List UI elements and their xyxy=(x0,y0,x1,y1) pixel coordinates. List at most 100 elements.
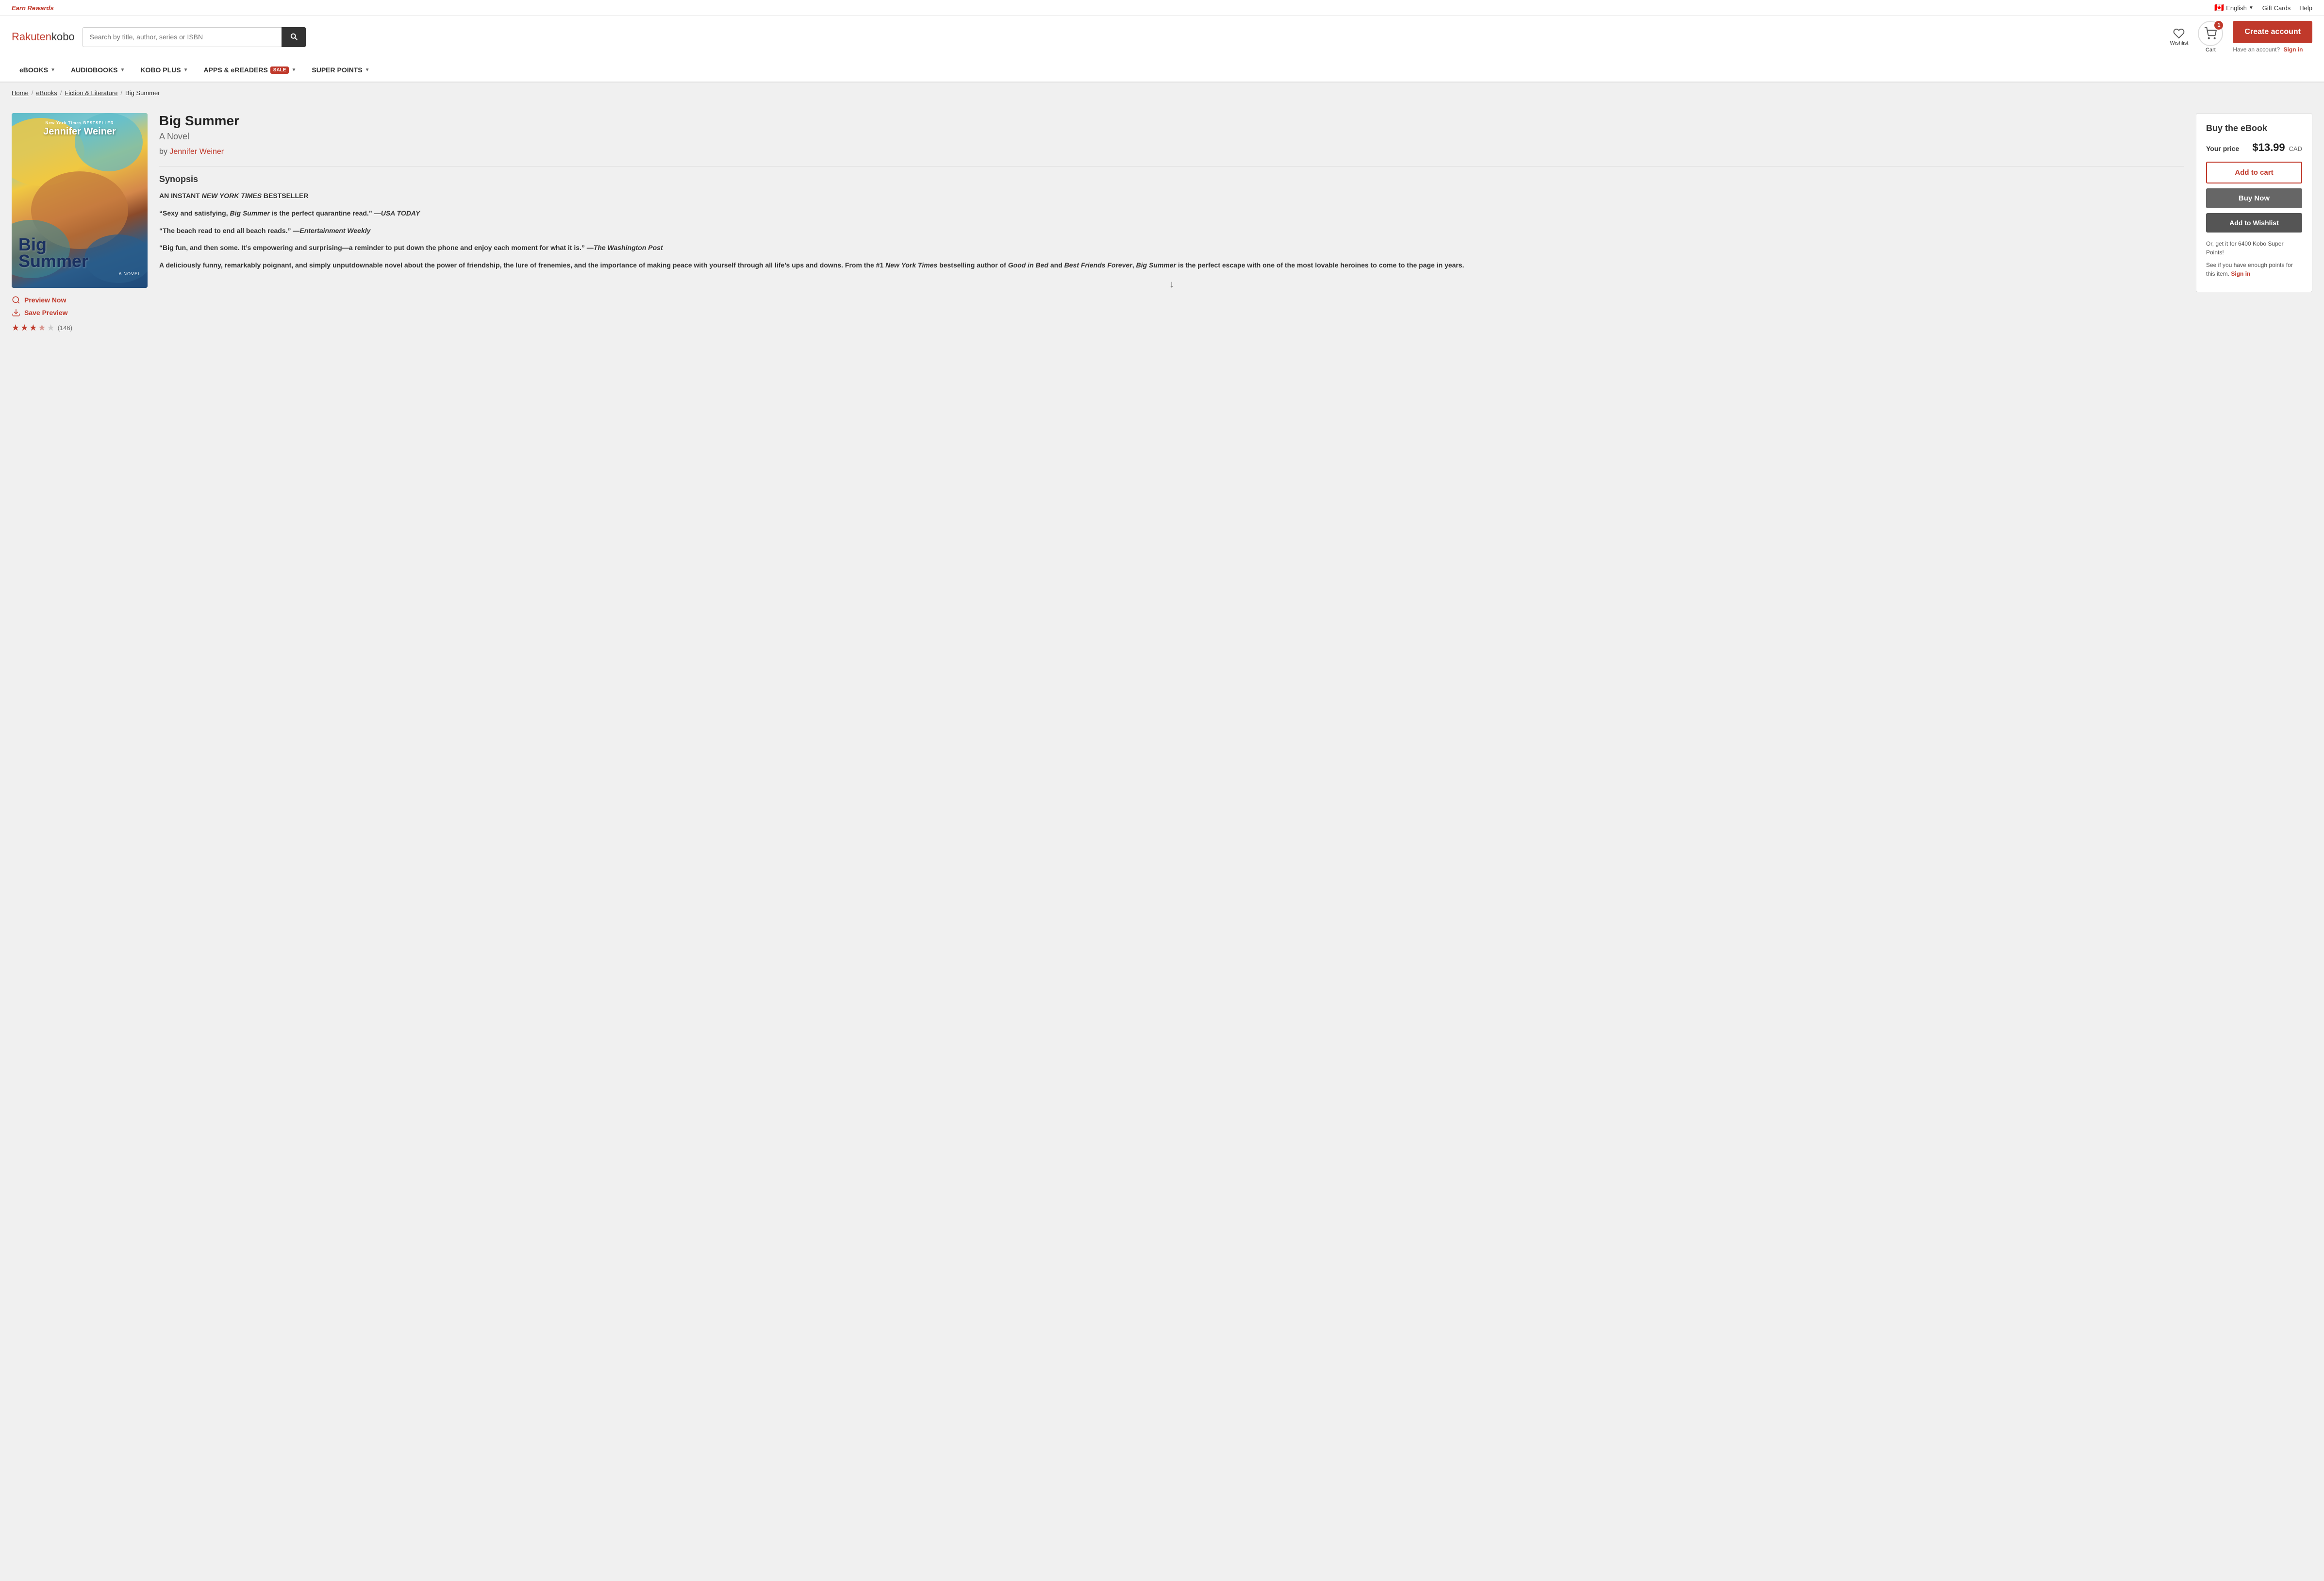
have-account-text: Have an account? Sign in xyxy=(2233,46,2303,53)
star-4: ★ xyxy=(38,323,46,333)
nav-koboplus[interactable]: KOBO PLUS ▼ xyxy=(133,58,196,82)
help-link[interactable]: Help xyxy=(2299,4,2312,12)
save-preview-button[interactable]: Save Preview xyxy=(12,308,148,317)
main-content: New York Times BESTSELLER Jennifer Weine… xyxy=(0,103,2324,343)
see-points-text: See if you have enough points for this i… xyxy=(2206,261,2302,278)
breadcrumb-category[interactable]: Fiction & Literature xyxy=(65,89,117,97)
earn-rewards: Earn Rewards xyxy=(12,4,54,12)
synopsis-body: A deliciously funny, remarkably poignant… xyxy=(159,260,2184,271)
cover-title-area: Big Summer A NOVEL xyxy=(18,236,141,276)
header: Rakuten kobo Wishlist 1 Cart xyxy=(0,16,2324,58)
synopsis-text: AN INSTANT NEW YORK TIMES BESTSELLER “Se… xyxy=(159,190,2184,271)
star-3: ★ xyxy=(29,323,37,333)
search-circle-icon xyxy=(12,296,20,304)
nav-apps[interactable]: APPS & eREADERS SALE ▼ xyxy=(196,58,304,82)
chevron-down-icon: ▼ xyxy=(365,67,370,73)
language-label: English xyxy=(2226,4,2247,12)
nav-ebooks[interactable]: eBOOKS ▼ xyxy=(12,58,63,82)
buy-now-button[interactable]: Buy Now xyxy=(2206,188,2302,208)
nav-superpoints[interactable]: SUPER POINTS ▼ xyxy=(304,58,377,82)
synopsis-quote3: “Big fun, and then some. It’s empowering… xyxy=(159,242,2184,254)
chevron-down-icon: ▼ xyxy=(291,67,296,73)
wishlist-label: Wishlist xyxy=(2170,40,2189,46)
synopsis-quote2: “The beach read to end all beach reads.”… xyxy=(159,225,2184,237)
logo-kobo: kobo xyxy=(51,31,75,43)
logo[interactable]: Rakuten kobo xyxy=(12,31,75,43)
book-author-line: by Jennifer Weiner xyxy=(159,148,2184,156)
buy-panel: Buy the eBook Your price $13.99 CAD Add … xyxy=(2196,113,2312,292)
breadcrumb: Home / eBooks / Fiction & Literature / B… xyxy=(0,83,2324,103)
cover-text-area: New York Times BESTSELLER Jennifer Weine… xyxy=(12,121,148,137)
scroll-down-arrow[interactable]: ↓ xyxy=(159,279,2184,290)
search-icon xyxy=(289,32,298,41)
cart-icon xyxy=(2204,27,2217,40)
price-label: Your price xyxy=(2206,145,2239,152)
download-icon xyxy=(12,308,20,317)
author-link[interactable]: Jennifer Weiner xyxy=(169,148,224,156)
cart-badge: 1 xyxy=(2214,21,2223,30)
super-points-text: Or, get it for 6400 Kobo Super Points! xyxy=(2206,239,2302,257)
nav-audiobooks[interactable]: AUDIOBOOKS ▼ xyxy=(63,58,133,82)
price-currency: CAD xyxy=(2289,145,2302,152)
cover-title: Big Summer xyxy=(18,236,141,269)
cover-author: Jennifer Weiner xyxy=(17,126,143,137)
lang-chevron-icon: ▼ xyxy=(2249,5,2254,11)
book-cover-inner: New York Times BESTSELLER Jennifer Weine… xyxy=(12,113,148,288)
synopsis-line1: AN INSTANT NEW YORK TIMES BESTSELLER xyxy=(159,190,2184,202)
left-panel: New York Times BESTSELLER Jennifer Weine… xyxy=(12,113,148,333)
book-subtitle: A Novel xyxy=(159,132,2184,142)
cart-label: Cart xyxy=(2206,47,2216,53)
wishlist-button[interactable]: Wishlist xyxy=(2170,28,2189,46)
sign-in-link[interactable]: Sign in xyxy=(2283,46,2303,53)
search-input[interactable] xyxy=(83,27,282,47)
chevron-down-icon: ▼ xyxy=(50,67,55,73)
book-cover: New York Times BESTSELLER Jennifer Weine… xyxy=(12,113,148,288)
star-1: ★ xyxy=(12,323,19,333)
cover-novel: A NOVEL xyxy=(18,271,141,276)
create-account-button[interactable]: Create account xyxy=(2233,21,2312,43)
preview-actions: Preview Now Save Preview xyxy=(12,296,148,317)
chevron-down-icon: ▼ xyxy=(120,67,125,73)
add-to-cart-button[interactable]: Add to cart xyxy=(2206,162,2302,183)
breadcrumb-sep-3: / xyxy=(120,89,122,97)
logo-rakuten: Rakuten xyxy=(12,31,51,43)
add-to-wishlist-button[interactable]: Add to Wishlist xyxy=(2206,213,2302,233)
account-area: Create account Have an account? Sign in xyxy=(2233,21,2312,53)
chevron-down-icon: ▼ xyxy=(183,67,188,73)
top-bar: Earn Rewards 🇨🇦 English ▼ Gift Cards Hel… xyxy=(0,0,2324,16)
search-bar xyxy=(83,27,306,47)
breadcrumb-home[interactable]: Home xyxy=(12,89,29,97)
price-row: Your price $13.99 CAD xyxy=(2206,141,2302,154)
price-value: $13.99 xyxy=(2252,141,2285,153)
heart-icon xyxy=(2173,28,2185,39)
top-bar-right: 🇨🇦 English ▼ Gift Cards Help xyxy=(2214,3,2312,13)
breadcrumb-current: Big Summer xyxy=(125,89,160,97)
points-sign-in-link[interactable]: Sign in xyxy=(2231,270,2250,277)
star-2: ★ xyxy=(20,323,28,333)
language-selector[interactable]: 🇨🇦 English ▼ xyxy=(2214,3,2253,13)
book-title: Big Summer xyxy=(159,113,2184,129)
nav-bar: eBOOKS ▼ AUDIOBOOKS ▼ KOBO PLUS ▼ APPS &… xyxy=(0,58,2324,83)
cart-circle: 1 xyxy=(2198,21,2223,46)
sale-badge: SALE xyxy=(270,67,289,74)
synopsis-quote1: “Sexy and satisfying, Big Summer is the … xyxy=(159,208,2184,219)
header-actions: Wishlist 1 Cart Create account Have an a… xyxy=(2170,21,2312,53)
canada-flag: 🇨🇦 xyxy=(2214,3,2224,13)
star-rating: ★ ★ ★ ★ ★ xyxy=(12,323,55,333)
synopsis-title: Synopsis xyxy=(159,174,2184,184)
cart-button[interactable]: 1 Cart xyxy=(2198,21,2223,53)
cover-nyt-label: New York Times BESTSELLER xyxy=(17,121,143,125)
price-value-area: $13.99 CAD xyxy=(2252,141,2302,154)
buy-title: Buy the eBook xyxy=(2206,123,2302,133)
search-button[interactable] xyxy=(282,27,306,47)
preview-now-button[interactable]: Preview Now xyxy=(12,296,148,304)
rating-area: ★ ★ ★ ★ ★ (146) xyxy=(12,323,148,333)
breadcrumb-ebooks[interactable]: eBooks xyxy=(36,89,57,97)
rating-count: (146) xyxy=(58,324,72,332)
star-5: ★ xyxy=(47,323,55,333)
book-info: Big Summer A Novel by Jennifer Weiner Sy… xyxy=(159,113,2184,333)
breadcrumb-sep-1: / xyxy=(32,89,33,97)
sign-in-area: Have an account? Sign in xyxy=(2233,46,2312,53)
breadcrumb-sep-2: / xyxy=(60,89,62,97)
gift-cards-link[interactable]: Gift Cards xyxy=(2262,4,2291,12)
